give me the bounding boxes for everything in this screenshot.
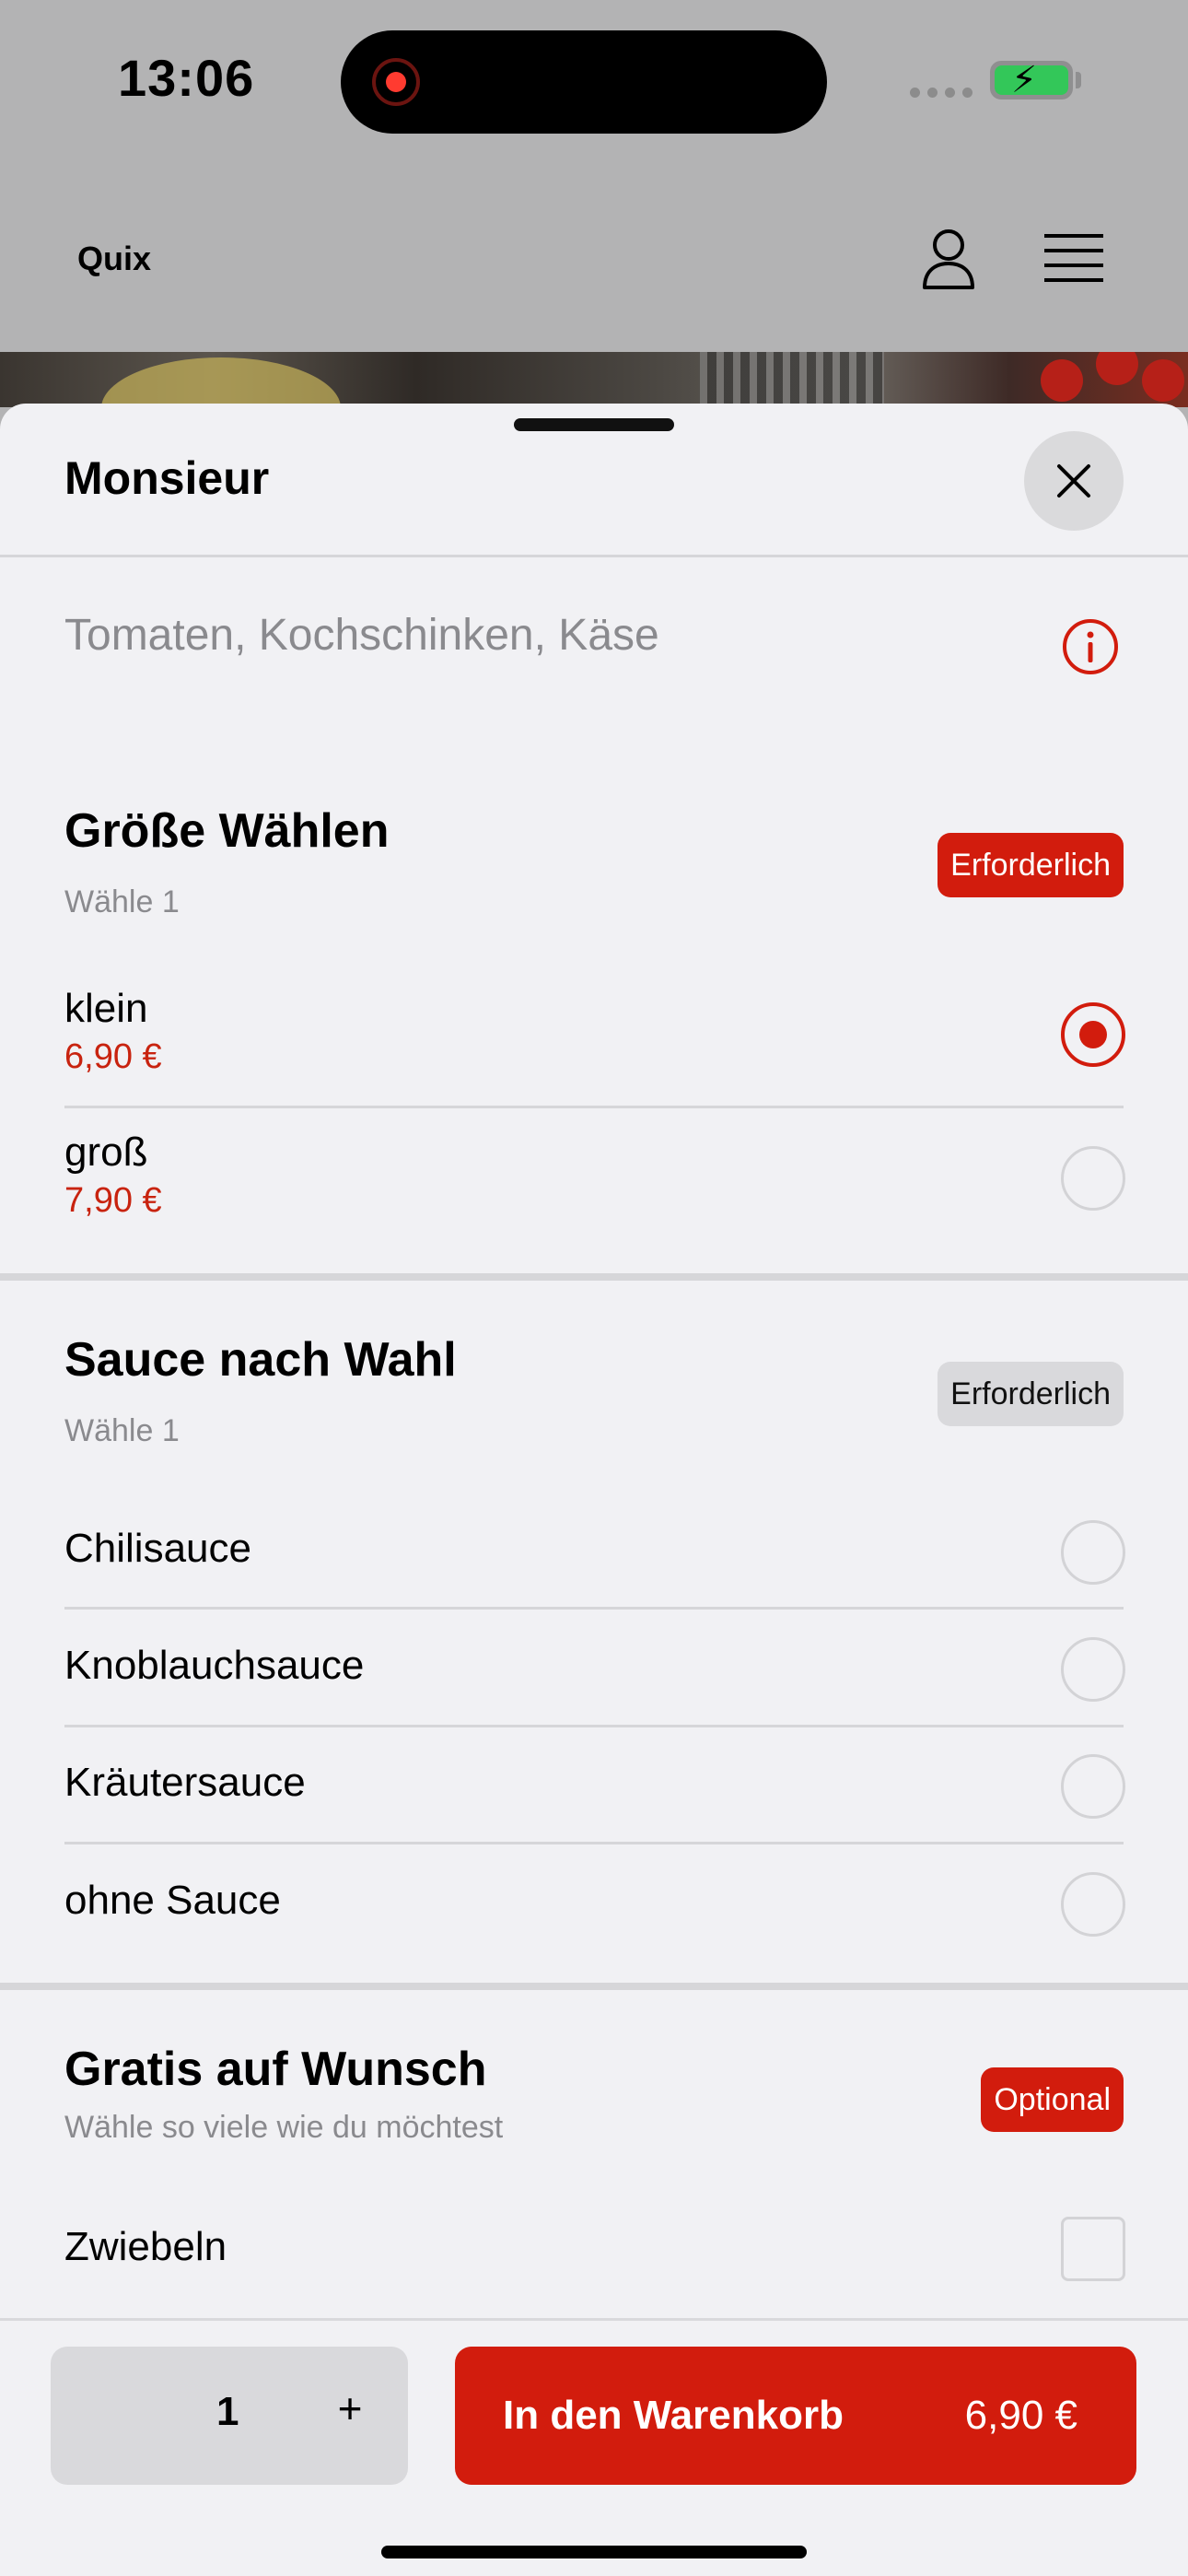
add-to-cart-button[interactable]: In den Warenkorb 6,90 € <box>455 2347 1136 2485</box>
divider <box>64 1106 1124 1108</box>
section-divider <box>0 1273 1188 1281</box>
option-label: klein <box>64 986 148 1031</box>
sheet-grabber[interactable] <box>514 418 674 431</box>
user-icon[interactable] <box>921 227 976 291</box>
recording-icon <box>372 58 420 106</box>
dynamic-island <box>341 30 827 134</box>
option-label: Chilisauce <box>64 1526 251 1571</box>
group-subtitle-size: Wähle 1 <box>64 884 180 919</box>
radio-button[interactable] <box>1061 1754 1125 1819</box>
section-divider <box>0 1983 1188 1990</box>
hero-image <box>0 352 1188 407</box>
product-sheet: Monsieur Tomaten, Kochschinken, Käse Grö… <box>0 404 1188 2576</box>
option-price: 6,90 € <box>64 1037 162 1076</box>
option-label: Knoblauchsauce <box>64 1643 365 1688</box>
group-title-extras: Gratis auf Wunsch <box>64 2043 487 2096</box>
battery-icon: ⚡ <box>990 61 1073 100</box>
optional-badge: Optional <box>981 2067 1124 2132</box>
close-icon <box>1057 464 1090 498</box>
radio-button[interactable] <box>1061 1872 1125 1937</box>
increment-button[interactable]: + <box>327 2383 373 2433</box>
required-badge: Erforderlich <box>938 1362 1124 1426</box>
group-subtitle-sauce: Wähle 1 <box>64 1413 180 1448</box>
quantity-value: 1 <box>216 2389 239 2434</box>
brand-logo[interactable]: Quix <box>77 240 151 278</box>
radio-button[interactable] <box>1061 1146 1125 1211</box>
radio-button-selected[interactable] <box>1061 1002 1125 1067</box>
add-to-cart-label: In den Warenkorb <box>503 2393 844 2438</box>
radio-button[interactable] <box>1061 1520 1125 1585</box>
checkbox[interactable] <box>1061 2217 1125 2281</box>
group-subtitle-extras: Wähle so viele wie du möchtest <box>64 2110 504 2145</box>
option-price: 7,90 € <box>64 1181 162 1220</box>
group-title-sauce: Sauce nach Wahl <box>64 1333 457 1387</box>
option-label: groß <box>64 1130 148 1175</box>
required-badge: Erforderlich <box>938 833 1124 897</box>
home-indicator[interactable] <box>381 2546 807 2558</box>
info-icon[interactable] <box>1061 617 1120 676</box>
option-label: Zwiebeln <box>64 2224 227 2269</box>
status-bar: 13:06 ⚡ <box>0 0 1188 166</box>
divider <box>64 1842 1124 1844</box>
divider <box>64 1725 1124 1727</box>
quantity-stepper: 1 + <box>51 2347 408 2485</box>
option-label: ohne Sauce <box>64 1878 281 1923</box>
group-title-size: Größe Wählen <box>64 804 390 858</box>
radio-button[interactable] <box>1061 1637 1125 1702</box>
divider <box>64 1607 1124 1610</box>
add-to-cart-price: 6,90 € <box>964 2393 1077 2438</box>
option-label: Kräutersauce <box>64 1760 306 1805</box>
product-description: Tomaten, Kochschinken, Käse <box>64 611 659 660</box>
status-time: 13:06 <box>118 49 255 107</box>
app-header: Quix <box>0 166 1188 352</box>
hamburger-menu-icon[interactable] <box>1044 232 1103 284</box>
close-button[interactable] <box>1024 431 1124 531</box>
signal-icon <box>910 88 973 98</box>
divider <box>0 555 1188 557</box>
product-title: Monsieur <box>64 452 270 504</box>
cart-footer: 1 + In den Warenkorb 6,90 € <box>0 2318 1188 2576</box>
